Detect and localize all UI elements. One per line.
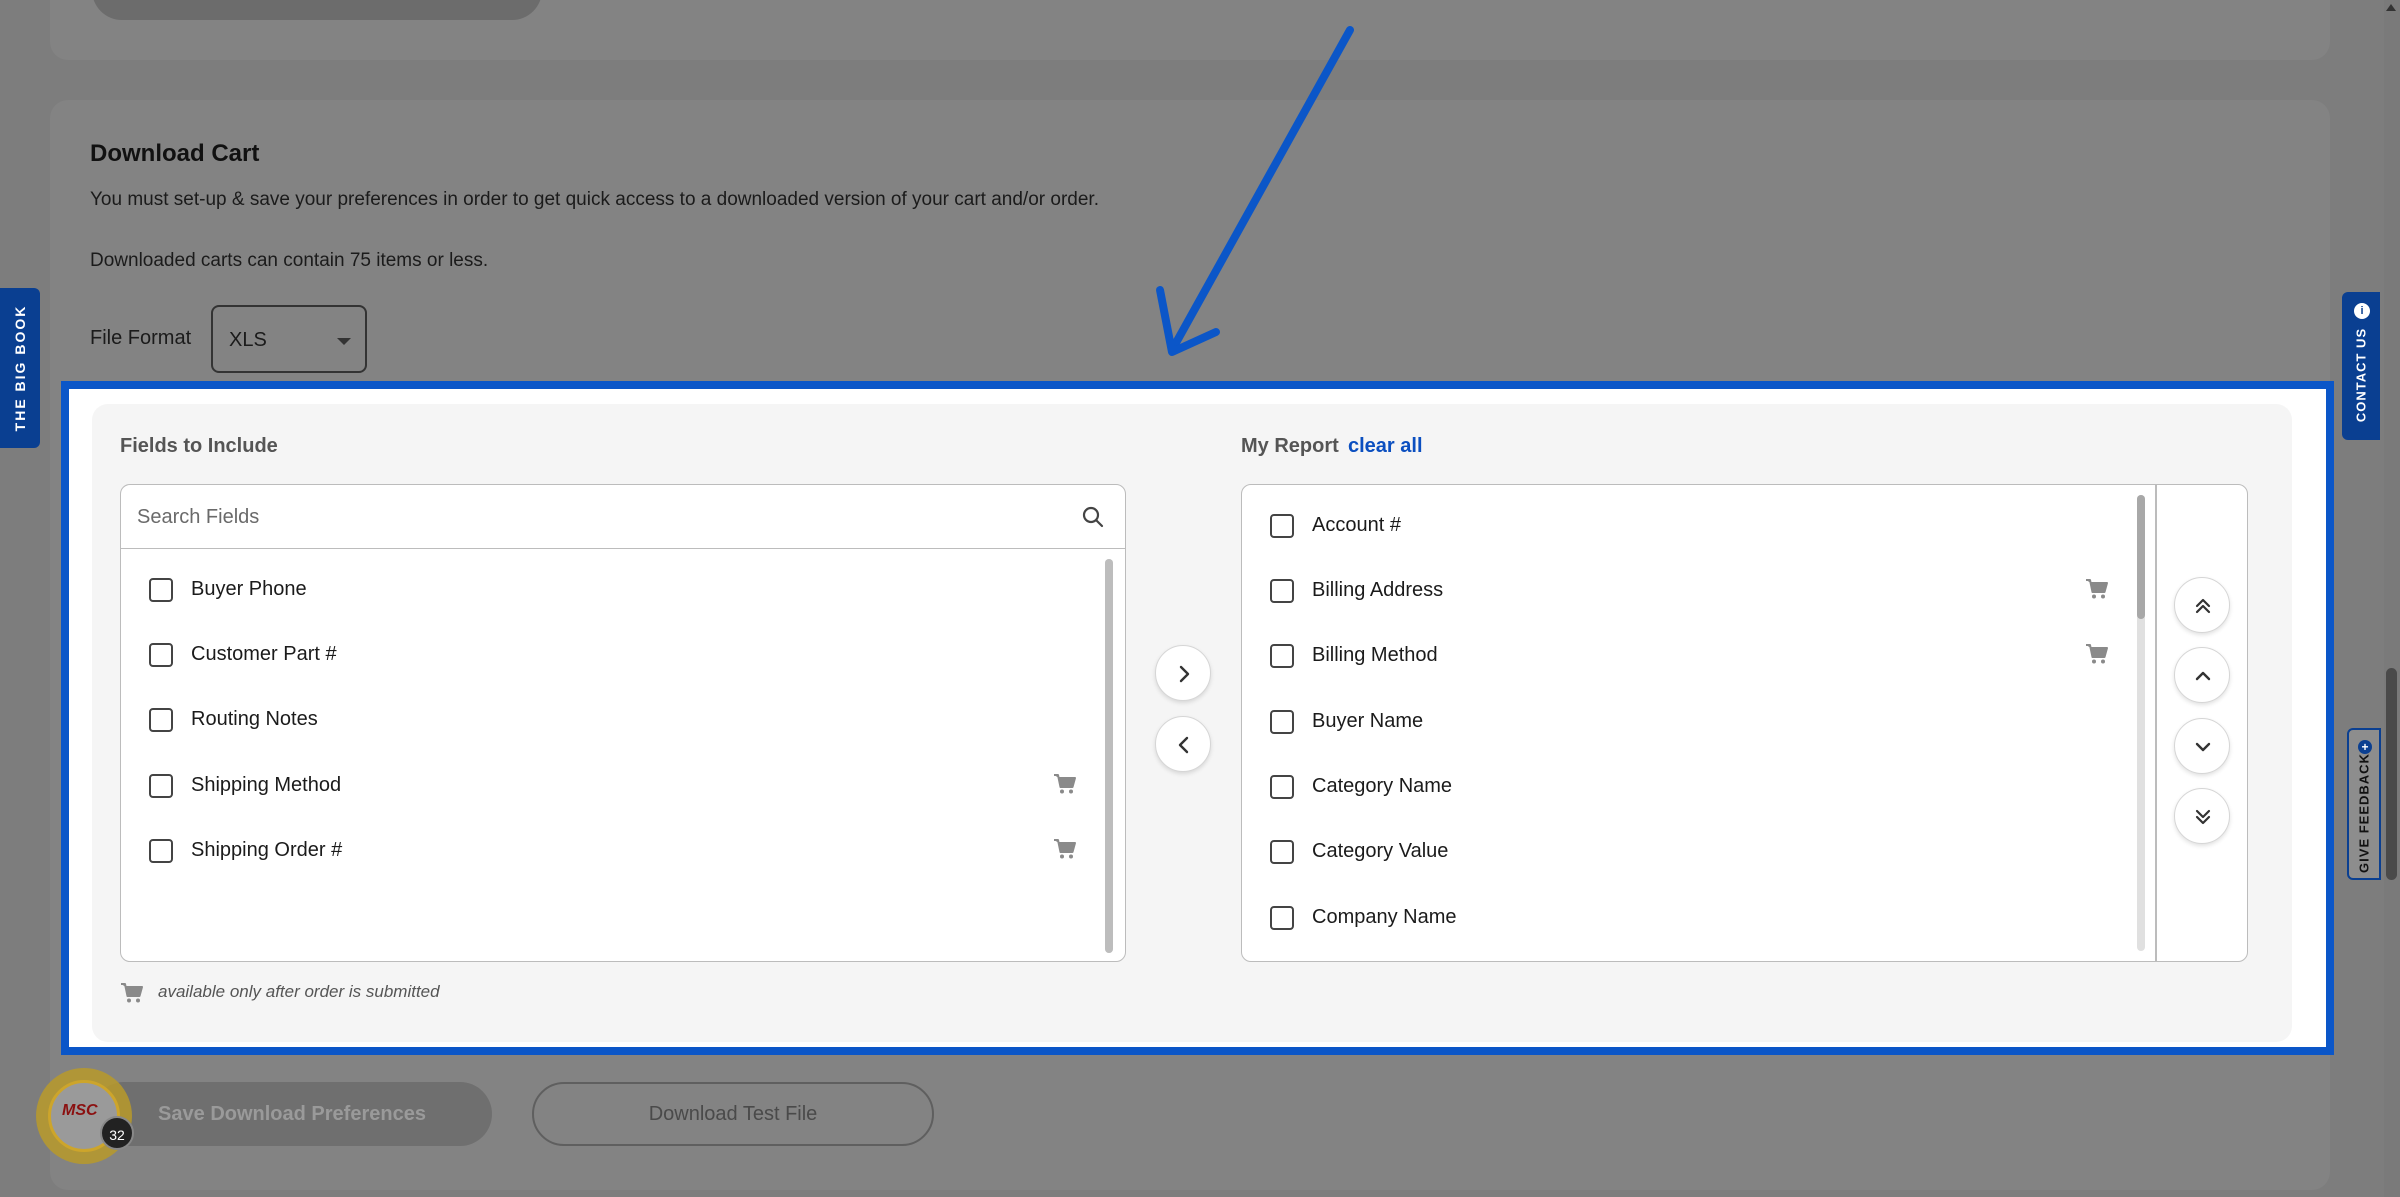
report-label: Category Name — [1312, 775, 1453, 797]
field-row[interactable]: Shipping Order # — [121, 818, 1125, 883]
reorder-divider — [2155, 485, 2157, 961]
report-label: Buyer Name — [1312, 710, 1424, 732]
chevron-left-icon — [1178, 736, 1189, 754]
download-cart-description: You must set-up & save your preferences … — [90, 189, 1099, 210]
report-label: Account # — [1312, 514, 1401, 536]
report-label: Company Name — [1312, 906, 1457, 928]
my-report-title: My Report — [1241, 435, 1339, 457]
move-up-button[interactable] — [2174, 647, 2230, 703]
file-format-value: XLS — [229, 329, 267, 351]
move-to-top-button[interactable] — [2174, 577, 2230, 633]
field-label: Customer Part # — [191, 643, 337, 665]
cart-icon — [121, 983, 143, 1003]
file-format-select[interactable]: XLS — [211, 305, 367, 373]
cart-icon — [2086, 579, 2108, 599]
file-format-label: File Format — [90, 327, 192, 349]
plus-icon: + — [2358, 740, 2372, 754]
field-row[interactable]: Customer Part # — [121, 622, 1125, 687]
chevron-up-icon — [2195, 671, 2211, 681]
field-checkbox[interactable] — [149, 839, 173, 863]
report-row[interactable]: Billing Method — [1242, 623, 2247, 688]
fields-to-include-title: Fields to Include — [120, 435, 278, 457]
notification-count-badge: 32 — [100, 1116, 134, 1150]
give-feedback-tab[interactable]: + GIVE FEEDBACK — [2347, 728, 2381, 880]
field-row[interactable]: Buyer Phone — [121, 557, 1125, 622]
page-scrollbar[interactable] — [2384, 0, 2400, 1197]
search-icon[interactable] — [1081, 505, 1105, 529]
previous-section-button — [92, 0, 542, 20]
double-chevron-up-icon — [2195, 598, 2211, 614]
download-cart-limit-note: Downloaded carts can contain 75 items or… — [90, 250, 489, 271]
report-label: Billing Address — [1312, 579, 1444, 601]
report-label: Category Value — [1312, 840, 1449, 862]
move-left-button[interactable] — [1155, 716, 1211, 772]
cart-icon — [2086, 644, 2108, 664]
report-list-scrollbar[interactable] — [2137, 495, 2145, 951]
scroll-up-arrow-icon[interactable] — [2386, 4, 2396, 11]
contact-us-tab[interactable]: i CONTACT US — [2342, 292, 2380, 440]
fields-list-box: Buyer Phone Customer Part # Routing Note… — [120, 484, 1126, 962]
report-row[interactable]: Category Value — [1242, 819, 2247, 884]
field-row[interactable]: Shipping Method — [121, 753, 1125, 818]
search-fields-input[interactable] — [137, 503, 1037, 531]
fields-list-scrollbar[interactable] — [1105, 559, 1113, 953]
field-checkbox[interactable] — [149, 708, 173, 732]
annotation-arrow-icon — [1156, 26, 1354, 356]
cart-icon — [1054, 774, 1076, 794]
info-icon: i — [2354, 303, 2370, 319]
field-checkbox[interactable] — [149, 643, 173, 667]
save-download-preferences-button[interactable]: Save Download Preferences — [92, 1082, 492, 1146]
cart-icon — [1054, 839, 1076, 859]
my-report-list-box: Account # Billing Address Billing Method… — [1241, 484, 2248, 962]
field-label: Routing Notes — [191, 708, 318, 730]
download-cart-title: Download Cart — [90, 140, 260, 167]
field-checkbox[interactable] — [149, 578, 173, 602]
field-label: Shipping Method — [191, 774, 342, 796]
report-row[interactable]: Category Name — [1242, 754, 2247, 819]
field-label: Buyer Phone — [191, 578, 307, 600]
cart-legend-text: available only after order is submitted — [158, 982, 440, 1001]
report-row[interactable]: Account # — [1242, 493, 2247, 558]
report-checkbox[interactable] — [1270, 906, 1294, 930]
field-label: Shipping Order # — [191, 839, 343, 861]
move-to-bottom-button[interactable] — [2174, 788, 2230, 844]
big-book-tab-label: THE BIG BOOK — [12, 304, 28, 432]
field-row[interactable]: Routing Notes — [121, 687, 1125, 752]
msc-logo: MSC — [62, 1102, 98, 1119]
move-right-button[interactable] — [1155, 645, 1211, 701]
caret-down-icon — [337, 338, 351, 345]
download-test-file-button[interactable]: Download Test File — [532, 1082, 934, 1146]
big-book-tab[interactable]: THE BIG BOOK — [0, 288, 40, 448]
fields-list-scrollbar-thumb[interactable] — [1105, 559, 1113, 953]
report-label: Billing Method — [1312, 644, 1438, 666]
field-checkbox[interactable] — [149, 774, 173, 798]
contact-us-tab-label: CONTACT US — [2353, 327, 2369, 423]
give-feedback-tab-label: GIVE FEEDBACK — [2356, 752, 2372, 873]
report-row[interactable]: Company Name — [1242, 885, 2247, 950]
report-checkbox[interactable] — [1270, 840, 1294, 864]
move-down-button[interactable] — [2174, 718, 2230, 774]
report-checkbox[interactable] — [1270, 775, 1294, 799]
report-row[interactable]: Billing Address — [1242, 558, 2247, 623]
double-chevron-down-icon — [2195, 809, 2211, 825]
report-list-scrollbar-thumb[interactable] — [2137, 495, 2145, 619]
report-checkbox[interactable] — [1270, 644, 1294, 668]
clear-all-link[interactable]: clear all — [1348, 435, 1423, 458]
chevron-right-icon — [1179, 665, 1190, 683]
chevron-down-icon — [2195, 742, 2211, 752]
report-row[interactable]: Buyer Name — [1242, 689, 2247, 754]
search-box — [121, 485, 1125, 549]
report-checkbox[interactable] — [1270, 710, 1294, 734]
report-checkbox[interactable] — [1270, 514, 1294, 538]
page-scrollbar-thumb[interactable] — [2386, 668, 2397, 880]
report-checkbox[interactable] — [1270, 579, 1294, 603]
